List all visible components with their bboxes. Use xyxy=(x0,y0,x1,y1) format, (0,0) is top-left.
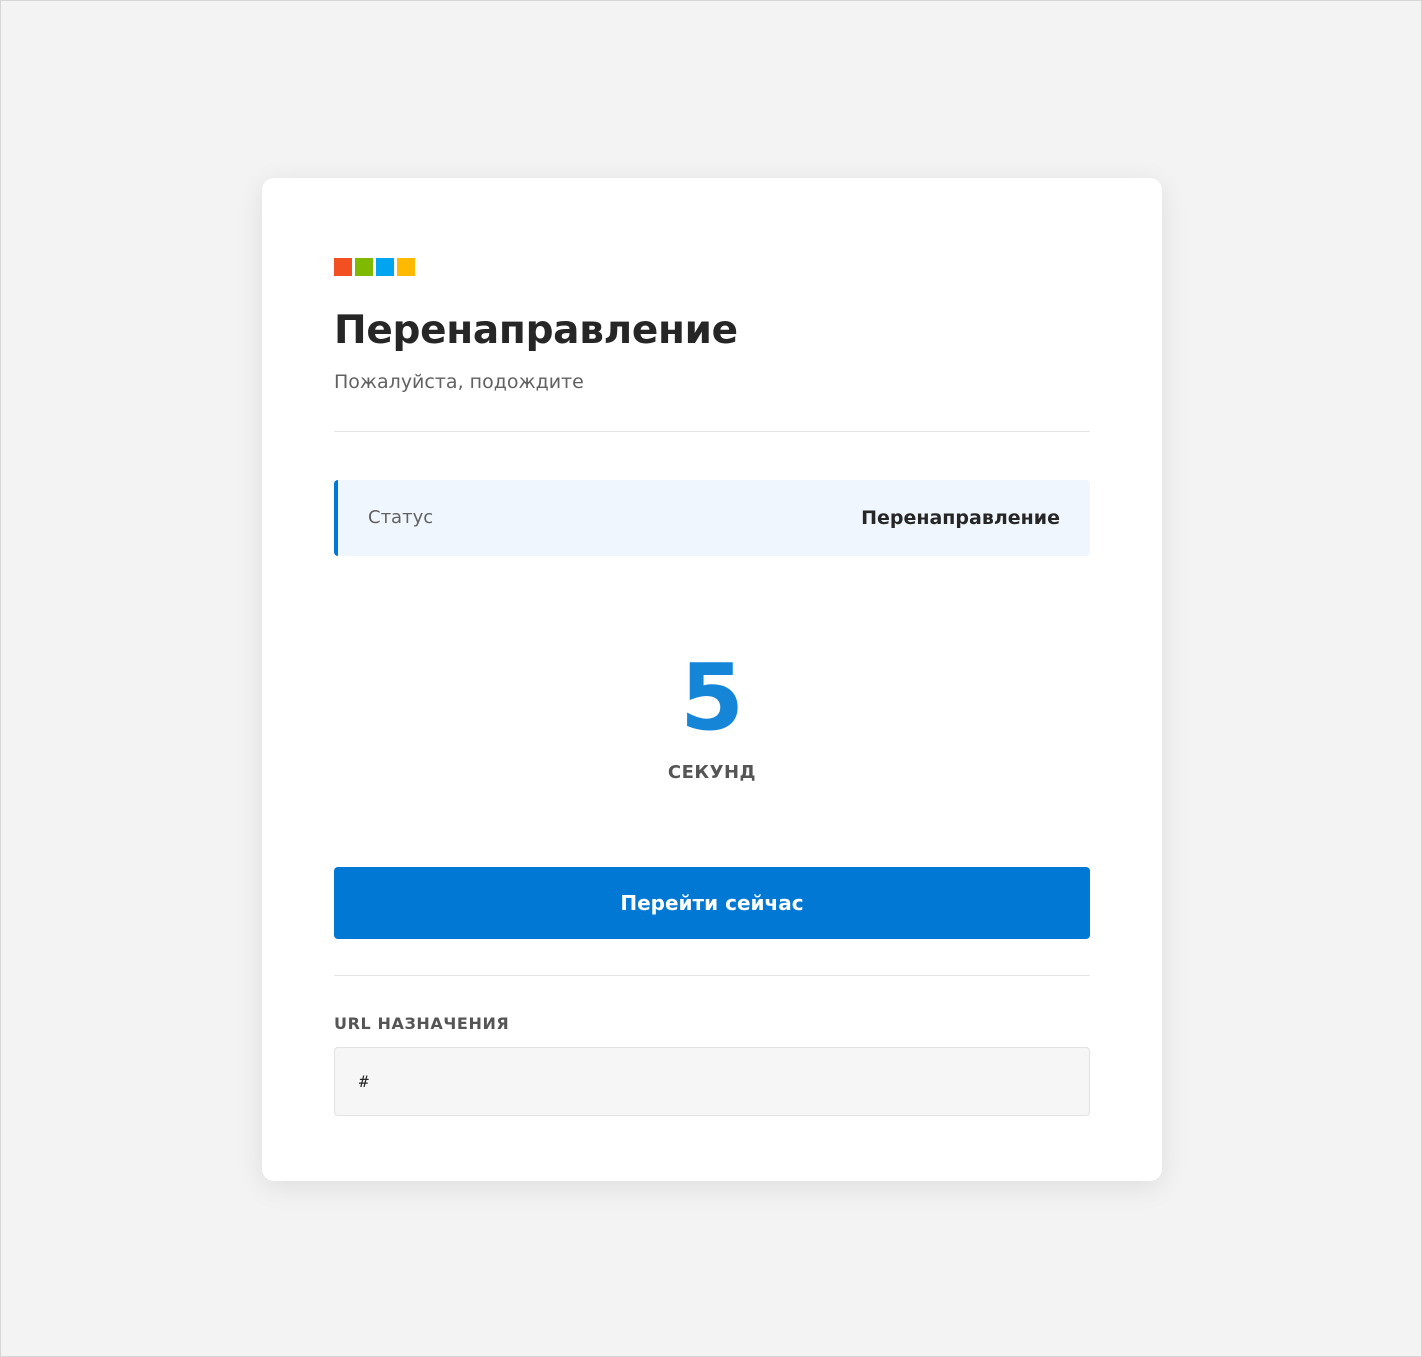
countdown-number: 5 xyxy=(679,643,744,751)
status-panel: Статус Перенаправление xyxy=(334,479,1090,556)
page-title: Перенаправление xyxy=(334,308,738,353)
status-label: Статус xyxy=(368,507,434,529)
countdown: 5 СЕКУНД xyxy=(334,643,1090,783)
logo-square-red xyxy=(334,258,352,276)
destination-url-field[interactable]: # xyxy=(334,1046,1090,1116)
microsoft-logo xyxy=(334,258,1090,276)
divider xyxy=(334,974,1090,976)
destination-url-label: URL НАЗНАЧЕНИЯ xyxy=(334,1013,510,1033)
logo-square-green xyxy=(355,258,373,276)
status-value: Перенаправление xyxy=(861,506,1060,529)
redirect-card: Перенаправление Пожалуйста, подождите Ст… xyxy=(262,178,1162,1181)
logo-square-yellow xyxy=(397,258,415,276)
page-subtitle: Пожалуйста, подождите xyxy=(334,370,584,393)
go-now-button[interactable]: Перейти сейчас xyxy=(334,866,1090,939)
divider xyxy=(334,430,1090,432)
countdown-unit: СЕКУНД xyxy=(667,761,757,783)
logo-square-blue xyxy=(376,258,394,276)
